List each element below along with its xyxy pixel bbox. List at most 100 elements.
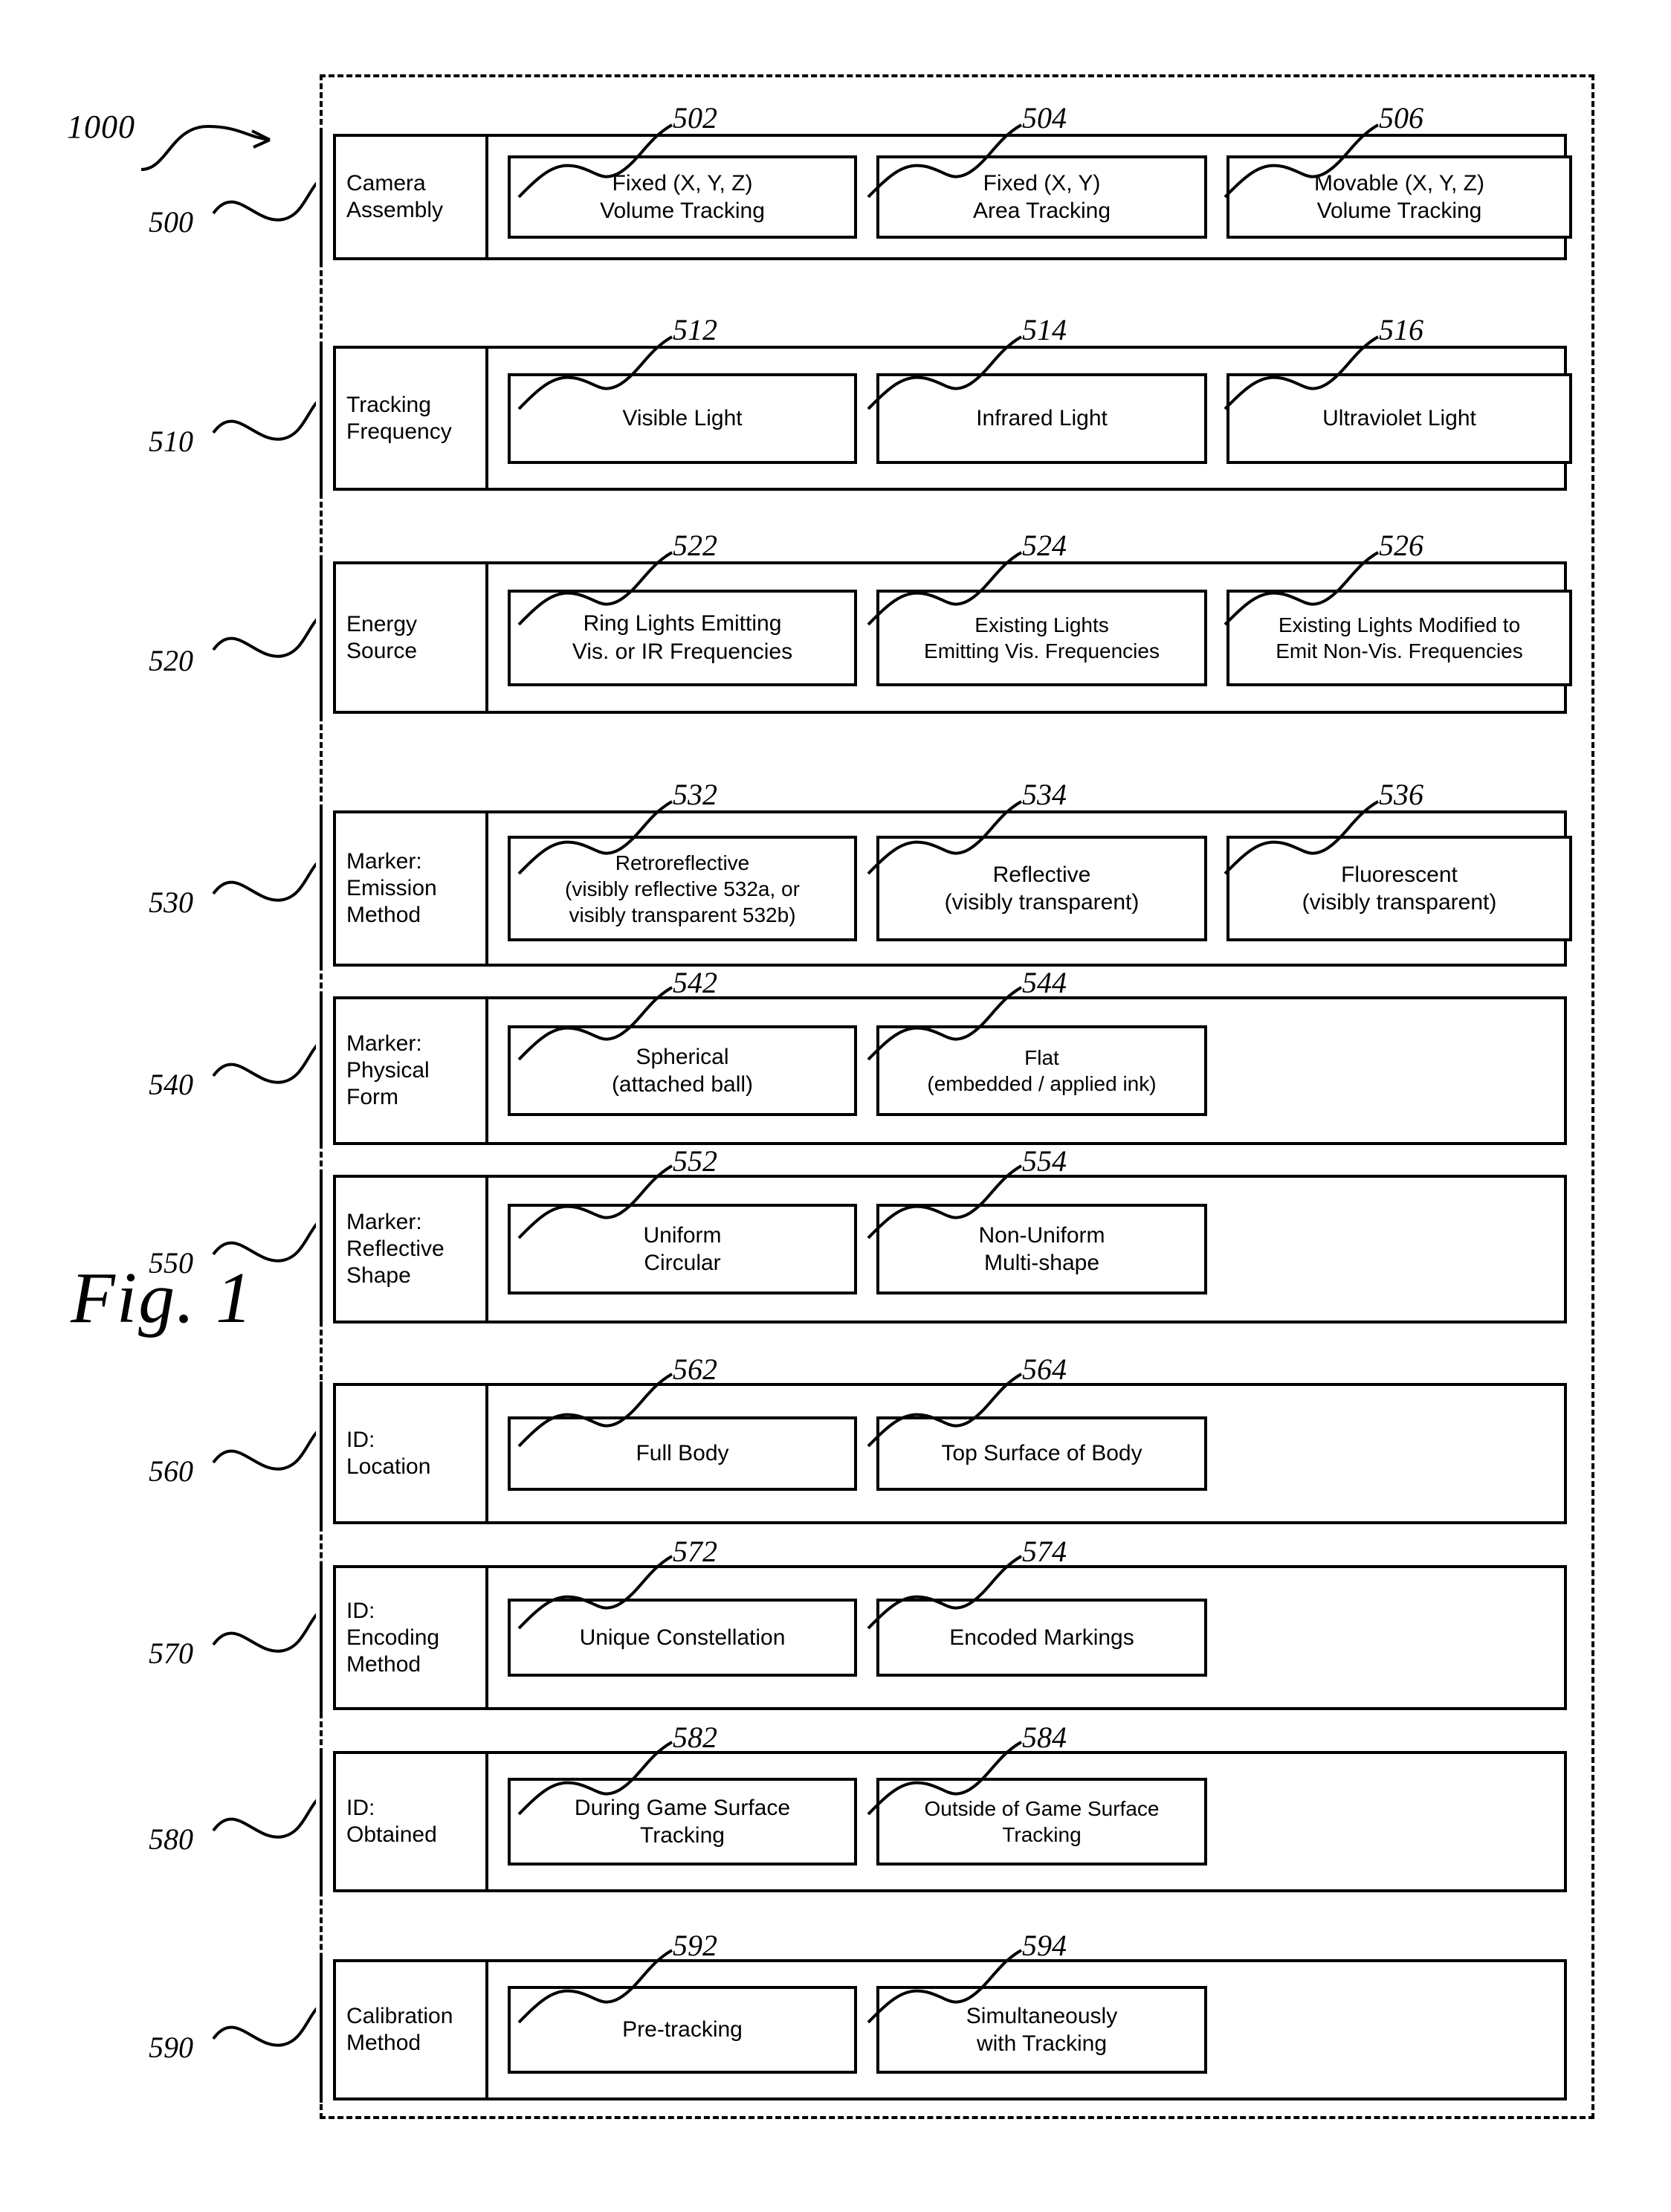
reference-numeral-594: 594 (1022, 1929, 1067, 1962)
reference-numeral-514: 514 (1022, 313, 1067, 346)
category-row-energy-source: Energy Source Ring Lights Emitting Vis. … (333, 561, 1572, 714)
reference-numeral-502: 502 (673, 101, 717, 135)
reference-numeral-564: 564 (1022, 1352, 1067, 1386)
boundary-tick-520 (320, 560, 323, 716)
boundary-tick-570 (320, 1564, 323, 1712)
reference-numeral-590: 590 (149, 2031, 193, 2064)
option-box-524[interactable]: Existing Lights Emitting Vis. Frequencie… (876, 589, 1207, 686)
option-box-514[interactable]: Infrared Light (876, 373, 1207, 464)
option-box-516[interactable]: Ultraviolet Light (1226, 373, 1572, 464)
reference-numeral-572: 572 (673, 1535, 717, 1568)
boundary-tick-580 (320, 1750, 323, 1895)
reference-numeral-554: 554 (1022, 1144, 1067, 1178)
reference-numeral-540: 540 (149, 1068, 193, 1101)
option-box-554[interactable]: Non-Uniform Multi-shape (876, 1204, 1207, 1294)
row-options-tracking-frequency: Visible Light Infrared Light Ultraviolet… (488, 349, 1572, 488)
option-box-594[interactable]: Simultaneously with Tracking (876, 1986, 1207, 2074)
row-options-marker-physical-form: Spherical (attached ball) Flat (embedded… (488, 999, 1564, 1142)
reference-numeral-582: 582 (673, 1721, 717, 1754)
row-label-camera-assembly: Camera Assembly (336, 137, 488, 257)
reference-numeral-562: 562 (673, 1352, 717, 1386)
boundary-tick-590 (320, 1958, 323, 2103)
reference-numeral-534: 534 (1022, 778, 1067, 811)
category-row-camera-assembly: Camera Assembly Fixed (X, Y, Z) Volume T… (333, 134, 1572, 260)
option-box-592[interactable]: Pre-tracking (508, 1986, 857, 2074)
boundary-tick-500 (320, 132, 323, 263)
category-row-marker-reflective-shape: Marker: Reflective Shape Uniform Circula… (333, 1175, 1567, 1323)
reference-numeral-526: 526 (1379, 529, 1423, 562)
category-row-id-encoding-method: ID: Encoding Method Unique Constellation… (333, 1565, 1567, 1710)
reference-numeral-574: 574 (1022, 1535, 1067, 1568)
row-options-id-obtained: During Game Surface Tracking Outside of … (488, 1754, 1564, 1889)
reference-numeral-1000: 1000 (67, 109, 135, 145)
reference-numeral-544: 544 (1022, 966, 1067, 999)
row-options-energy-source: Ring Lights Emitting Vis. or IR Frequenc… (488, 564, 1572, 711)
option-box-526[interactable]: Existing Lights Modified to Emit Non-Vis… (1226, 589, 1572, 686)
row-options-id-encoding-method: Unique Constellation Encoded Markings (488, 1568, 1564, 1707)
category-row-marker-emission-method: Marker: Emission Method Retroreflective … (333, 810, 1572, 967)
reference-numeral-516: 516 (1379, 313, 1423, 346)
option-box-542[interactable]: Spherical (attached ball) (508, 1025, 857, 1116)
category-row-id-location: ID: Location Full Body Top Surface of Bo… (333, 1383, 1567, 1524)
option-box-512[interactable]: Visible Light (508, 373, 857, 464)
reference-numeral-570: 570 (149, 1637, 193, 1670)
option-box-562[interactable]: Full Body (508, 1416, 857, 1491)
option-box-522[interactable]: Ring Lights Emitting Vis. or IR Frequenc… (508, 589, 857, 686)
reference-numeral-536: 536 (1379, 778, 1423, 811)
reference-numeral-506: 506 (1379, 101, 1423, 135)
category-row-tracking-frequency: Tracking Frequency Visible Light Infrare… (333, 346, 1572, 491)
reference-numeral-542: 542 (673, 966, 717, 999)
row-label-marker-reflective-shape: Marker: Reflective Shape (336, 1178, 488, 1321)
row-label-marker-emission-method: Marker: Emission Method (336, 813, 488, 964)
row-label-tracking-frequency: Tracking Frequency (336, 349, 488, 488)
option-box-504[interactable]: Fixed (X, Y) Area Tracking (876, 155, 1207, 239)
option-box-564[interactable]: Top Surface of Body (876, 1416, 1207, 1491)
boundary-tick-550 (320, 1173, 323, 1326)
category-row-marker-physical-form: Marker: Physical Form Spherical (attache… (333, 996, 1567, 1145)
row-label-marker-physical-form: Marker: Physical Form (336, 999, 488, 1142)
row-options-camera-assembly: Fixed (X, Y, Z) Volume Tracking Fixed (X… (488, 137, 1572, 257)
category-row-id-obtained: ID: Obtained During Game Surface Trackin… (333, 1751, 1567, 1892)
reference-numeral-500: 500 (149, 205, 193, 239)
row-label-id-encoding-method: ID: Encoding Method (336, 1568, 488, 1707)
row-options-calibration-method: Pre-tracking Simultaneously with Trackin… (488, 1962, 1564, 2097)
leader-line-1000 (140, 124, 271, 171)
reference-numeral-552: 552 (673, 1144, 717, 1178)
reference-numeral-530: 530 (149, 886, 193, 919)
row-options-marker-emission-method: Retroreflective (visibly reflective 532a… (488, 813, 1572, 964)
row-label-id-location: ID: Location (336, 1386, 488, 1521)
option-box-536[interactable]: Fluorescent (visibly transparent) (1226, 836, 1572, 941)
reference-numeral-550: 550 (149, 1246, 193, 1280)
reference-numeral-520: 520 (149, 644, 193, 677)
option-box-572[interactable]: Unique Constellation (508, 1599, 857, 1677)
reference-numeral-522: 522 (673, 529, 717, 562)
reference-numeral-584: 584 (1022, 1721, 1067, 1754)
reference-numeral-510: 510 (149, 425, 193, 458)
row-options-id-location: Full Body Top Surface of Body (488, 1386, 1564, 1521)
option-box-506[interactable]: Movable (X, Y, Z) Volume Tracking (1226, 155, 1572, 239)
reference-numeral-532: 532 (673, 778, 717, 811)
row-label-id-obtained: ID: Obtained (336, 1754, 488, 1889)
reference-numeral-504: 504 (1022, 101, 1067, 135)
reference-numeral-512: 512 (673, 313, 717, 346)
option-box-574[interactable]: Encoded Markings (876, 1599, 1207, 1677)
boundary-tick-560 (320, 1381, 323, 1526)
boundary-tick-510 (320, 344, 323, 493)
boundary-tick-540 (320, 995, 323, 1147)
option-box-502[interactable]: Fixed (X, Y, Z) Volume Tracking (508, 155, 857, 239)
option-box-532[interactable]: Retroreflective (visibly reflective 532a… (508, 836, 857, 941)
option-box-582[interactable]: During Game Surface Tracking (508, 1778, 857, 1866)
reference-numeral-560: 560 (149, 1454, 193, 1488)
row-label-calibration-method: Calibration Method (336, 1962, 488, 2097)
option-box-544[interactable]: Flat (embedded / applied ink) (876, 1025, 1207, 1116)
category-row-calibration-method: Calibration Method Pre-tracking Simultan… (333, 1959, 1567, 2100)
row-options-marker-reflective-shape: Uniform Circular Non-Uniform Multi-shape (488, 1178, 1564, 1321)
option-box-534[interactable]: Reflective (visibly transparent) (876, 836, 1207, 941)
option-box-552[interactable]: Uniform Circular (508, 1204, 857, 1294)
reference-numeral-524: 524 (1022, 529, 1067, 562)
boundary-tick-530 (320, 809, 323, 969)
row-label-energy-source: Energy Source (336, 564, 488, 711)
option-box-584[interactable]: Outside of Game Surface Tracking (876, 1778, 1207, 1866)
reference-numeral-592: 592 (673, 1929, 717, 1962)
reference-numeral-580: 580 (149, 1822, 193, 1856)
